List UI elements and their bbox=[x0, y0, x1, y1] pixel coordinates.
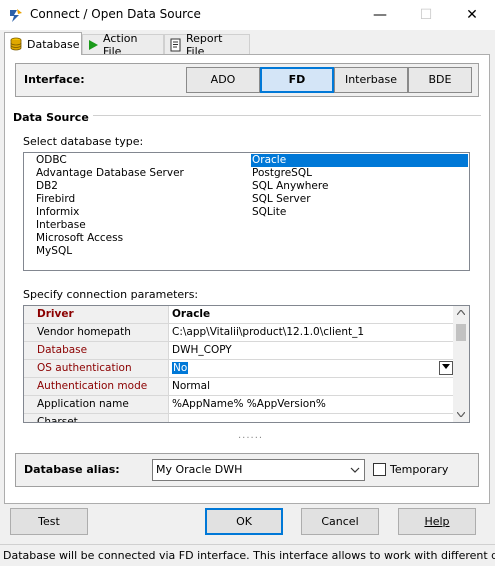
help-button-label: Help bbox=[424, 515, 450, 528]
table-row[interactable]: Application name %AppName% %AppVersion% bbox=[24, 396, 455, 414]
table-row[interactable]: Driver Oracle bbox=[24, 306, 455, 324]
select-db-type-label: Select database type: bbox=[23, 135, 144, 148]
db-list-column-right: Oracle PostgreSQL SQL Anywhere SQL Serve… bbox=[251, 154, 468, 219]
chevron-down-icon bbox=[442, 364, 450, 369]
list-item[interactable]: SQL Server bbox=[251, 193, 468, 206]
param-key: Driver bbox=[24, 306, 169, 323]
param-value-editor[interactable]: No bbox=[170, 360, 455, 377]
minimize-button[interactable]: — bbox=[357, 0, 403, 30]
list-item[interactable]: Informix bbox=[35, 206, 184, 219]
list-item[interactable]: Advantage Database Server bbox=[35, 167, 184, 180]
maximize-button[interactable]: ☐ bbox=[403, 0, 449, 30]
temporary-checkbox[interactable] bbox=[373, 463, 386, 476]
temporary-label[interactable]: Temporary bbox=[390, 463, 448, 476]
param-key: OS authentication bbox=[24, 360, 169, 377]
interface-interbase-button[interactable]: Interbase bbox=[334, 67, 408, 93]
interface-bde-button[interactable]: BDE bbox=[408, 67, 472, 93]
param-key: Authentication mode bbox=[24, 378, 169, 395]
param-key: Application name bbox=[24, 396, 169, 413]
close-button[interactable]: ✕ bbox=[449, 0, 495, 30]
table-row[interactable]: Charset bbox=[24, 414, 455, 422]
alias-label: Database alias: bbox=[24, 463, 120, 476]
alias-combobox[interactable]: My Oracle DWH bbox=[152, 459, 365, 481]
status-bar: Database will be connected via FD interf… bbox=[0, 544, 495, 566]
param-value[interactable]: %AppName% %AppVersion% bbox=[170, 396, 455, 413]
table-row[interactable]: Database DWH_COPY bbox=[24, 342, 455, 360]
scroll-down-arrow-icon[interactable] bbox=[453, 410, 469, 419]
report-icon bbox=[170, 38, 181, 51]
grid-vertical-scrollbar[interactable] bbox=[453, 306, 469, 422]
alias-value: My Oracle DWH bbox=[156, 463, 243, 476]
param-value[interactable] bbox=[170, 414, 455, 422]
list-item[interactable]: MySQL bbox=[35, 245, 184, 258]
list-item[interactable]: Firebird bbox=[35, 193, 184, 206]
cancel-button[interactable]: Cancel bbox=[301, 508, 379, 535]
play-icon bbox=[89, 39, 98, 50]
table-row[interactable]: Authentication mode Normal bbox=[24, 378, 455, 396]
param-value-selected-text: No bbox=[172, 362, 189, 374]
param-key: Database bbox=[24, 342, 169, 359]
interface-selector: Interface: ADO FD Interbase BDE bbox=[15, 63, 479, 97]
window-title: Connect / Open Data Source bbox=[30, 7, 201, 21]
chevron-down-icon[interactable] bbox=[350, 460, 360, 488]
param-key: Charset bbox=[24, 414, 169, 422]
table-row[interactable]: OS authentication No bbox=[24, 360, 455, 378]
list-item[interactable]: Microsoft Access bbox=[35, 232, 184, 245]
list-item[interactable]: PostgreSQL bbox=[251, 167, 468, 180]
param-value[interactable]: DWH_COPY bbox=[170, 342, 455, 359]
ok-button[interactable]: OK bbox=[205, 508, 283, 535]
help-button[interactable]: Help bbox=[398, 508, 476, 535]
interface-ado-button[interactable]: ADO bbox=[186, 67, 260, 93]
tab-action-file[interactable]: Action File bbox=[82, 32, 164, 58]
scroll-up-arrow-icon[interactable] bbox=[453, 308, 469, 317]
connection-params-label: Specify connection parameters: bbox=[23, 288, 199, 301]
param-value[interactable]: Normal bbox=[170, 378, 455, 395]
table-row[interactable]: Vendor homepath C:\app\Vitalii\product\1… bbox=[24, 324, 455, 342]
tab-report-file[interactable]: Report File bbox=[164, 32, 250, 58]
list-item-selected[interactable]: Oracle bbox=[251, 154, 468, 167]
interface-label: Interface: bbox=[24, 73, 85, 86]
param-key: Vendor homepath bbox=[24, 324, 169, 341]
alias-group: Database alias: My Oracle DWH Temporary bbox=[15, 453, 479, 487]
list-item[interactable]: SQLite bbox=[251, 206, 468, 219]
app-icon bbox=[10, 9, 22, 22]
list-item[interactable]: ODBC bbox=[35, 154, 184, 167]
interface-fd-button[interactable]: FD bbox=[260, 67, 334, 93]
tab-database[interactable]: Database bbox=[4, 32, 82, 55]
database-tab-panel: Interface: ADO FD Interbase BDE Data Sou… bbox=[4, 54, 490, 504]
title-bar: Connect / Open Data Source — ☐ ✕ bbox=[0, 0, 495, 30]
param-value[interactable]: Oracle bbox=[170, 306, 455, 323]
scrollbar-thumb[interactable] bbox=[456, 324, 466, 341]
database-icon bbox=[10, 37, 22, 51]
tab-strip: Database Action File Report File bbox=[0, 30, 495, 58]
resize-grip[interactable]: ...... bbox=[238, 430, 263, 441]
db-list-column-left: ODBC Advantage Database Server DB2 Fireb… bbox=[35, 154, 184, 258]
test-button[interactable]: Test bbox=[10, 508, 88, 535]
list-item[interactable]: Interbase bbox=[35, 219, 184, 232]
dropdown-button[interactable] bbox=[439, 361, 453, 375]
tab-database-label: Database bbox=[27, 37, 80, 51]
param-value[interactable]: C:\app\Vitalii\product\12.1.0\client_1 bbox=[170, 324, 455, 341]
connection-params-grid[interactable]: Driver Oracle Vendor homepath C:\app\Vit… bbox=[23, 305, 470, 423]
list-item[interactable]: DB2 bbox=[35, 180, 184, 193]
data-source-title: Data Source bbox=[13, 111, 93, 124]
list-item[interactable]: SQL Anywhere bbox=[251, 180, 468, 193]
database-type-list[interactable]: ODBC Advantage Database Server DB2 Fireb… bbox=[23, 152, 470, 271]
